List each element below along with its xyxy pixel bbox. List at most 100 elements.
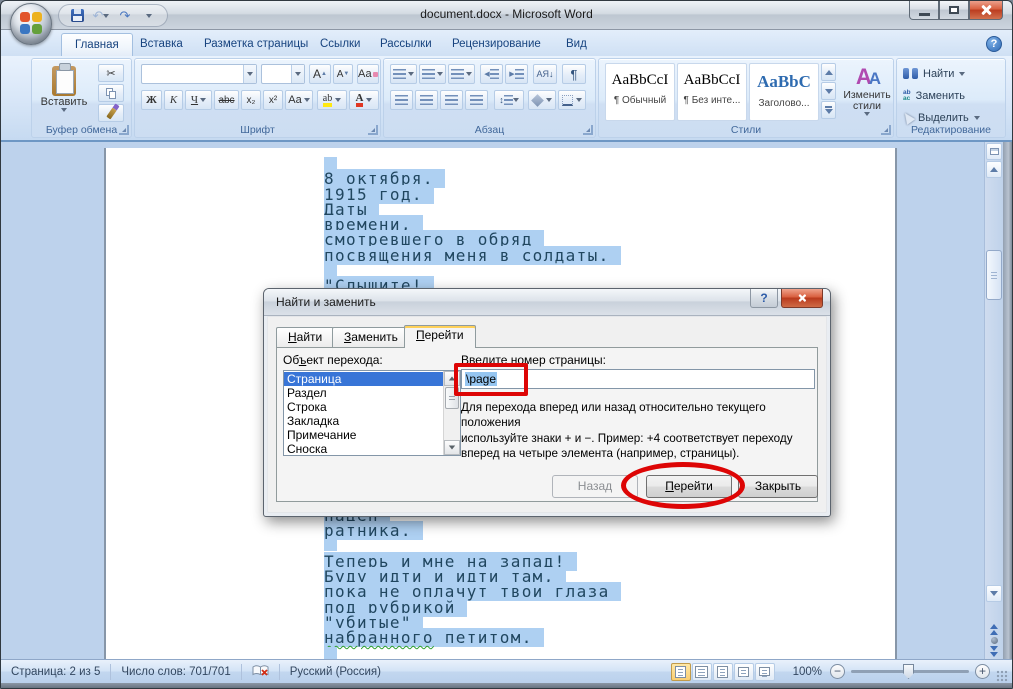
scrollbar-thumb[interactable]	[986, 250, 1002, 300]
style-card-2[interactable]: AaBbCcI¶ Без инте...	[677, 63, 747, 121]
zoom-level[interactable]: 100%	[793, 666, 822, 678]
styles-dialog-launcher[interactable]	[881, 125, 891, 135]
cut-button[interactable]: ✂	[98, 64, 124, 82]
bullets-button[interactable]	[390, 64, 417, 84]
font-size-combobox[interactable]	[261, 64, 305, 84]
zoom-slider[interactable]	[851, 670, 969, 673]
goto-object-item[interactable]: Сноска	[284, 442, 443, 456]
zoom-in-button[interactable]: +	[975, 664, 990, 679]
clear-formatting-button[interactable]: Аа	[357, 64, 379, 84]
draft-view-button[interactable]	[755, 663, 775, 681]
ribbon-tab-7[interactable]: Вид	[553, 33, 600, 56]
undo-button[interactable]: ↶	[91, 7, 111, 25]
restore-button[interactable]	[939, 1, 969, 20]
ribbon-tab-2[interactable]: Вставка	[127, 33, 196, 56]
goto-object-listbox[interactable]: СтраницаРазделСтрокаЗакладкаПримечаниеСн…	[283, 370, 461, 456]
find-button[interactable]: Найти	[903, 64, 965, 83]
paste-button[interactable]: Вставить	[37, 63, 91, 125]
gallery-down-button[interactable]	[821, 82, 836, 100]
ribbon-tab-5[interactable]: Рассылки	[367, 33, 445, 56]
font-dialog-launcher[interactable]	[368, 125, 378, 135]
dialog-help-button[interactable]: ?	[750, 289, 778, 308]
help-button[interactable]: ?	[986, 36, 1002, 52]
office-button[interactable]	[10, 3, 52, 45]
style-card-1[interactable]: AaBbCcI¶ Обычный	[605, 63, 675, 121]
goto-object-item[interactable]: Строка	[284, 400, 443, 414]
bold-button[interactable]: Ж	[141, 90, 162, 110]
goto-object-item[interactable]: Закладка	[284, 414, 443, 428]
goto-button[interactable]: Перейти	[646, 475, 732, 498]
copy-button[interactable]	[98, 84, 124, 102]
list-scroll-up-button[interactable]	[444, 371, 460, 386]
list-scroll-down-button[interactable]	[444, 440, 460, 455]
resize-grip[interactable]	[996, 670, 1009, 683]
zoom-out-button[interactable]: −	[830, 664, 845, 679]
dialog-tab-2[interactable]: Заменить	[332, 327, 410, 347]
increase-indent-button[interactable]: ▶	[505, 64, 528, 84]
ruler-toggle-button[interactable]	[986, 143, 1002, 160]
dialog-close-button[interactable]	[781, 289, 823, 308]
status-word-count[interactable]: Число слов: 701/701	[111, 664, 241, 680]
full-screen-reading-button[interactable]	[692, 663, 712, 681]
grow-font-button[interactable]: А▲	[309, 64, 331, 84]
web-layout-button[interactable]	[713, 663, 733, 681]
sort-button[interactable]: АЯ↓	[533, 64, 557, 84]
qat-customize-button[interactable]	[139, 7, 159, 25]
next-page-button[interactable]	[990, 646, 998, 657]
align-right-button[interactable]	[440, 90, 463, 110]
format-painter-button[interactable]	[98, 104, 124, 122]
shrink-font-button[interactable]: А▼	[333, 64, 353, 84]
minimize-button[interactable]	[909, 1, 939, 20]
spellcheck-indicator[interactable]	[242, 664, 280, 680]
multilevel-list-button[interactable]	[448, 64, 475, 84]
outline-view-button[interactable]	[734, 663, 754, 681]
align-center-button[interactable]	[415, 90, 438, 110]
back-button[interactable]: Назад	[552, 475, 638, 498]
decrease-indent-button[interactable]: ◀	[480, 64, 503, 84]
paragraph-dialog-launcher[interactable]	[583, 125, 593, 135]
superscript-button[interactable]: x²	[263, 90, 283, 110]
vertical-scrollbar[interactable]	[984, 142, 1003, 659]
borders-button[interactable]	[558, 90, 586, 110]
list-scrollbar-thumb[interactable]	[445, 387, 459, 409]
justify-button[interactable]	[465, 90, 488, 110]
select-browse-object-button[interactable]	[991, 637, 998, 644]
listbox-scrollbar[interactable]	[443, 371, 460, 455]
highlight-button[interactable]: ab	[317, 90, 347, 110]
ribbon-tab-6[interactable]: Рецензирование	[439, 33, 554, 56]
zoom-slider-thumb[interactable]	[903, 664, 914, 679]
ribbon-tab-3[interactable]: Разметка страницы	[191, 33, 321, 56]
gallery-up-button[interactable]	[821, 63, 836, 81]
numbering-button[interactable]	[419, 64, 446, 84]
save-button[interactable]	[67, 7, 87, 25]
status-language[interactable]: Русский (Россия)	[280, 664, 391, 680]
subscript-button[interactable]: x₂	[241, 90, 261, 110]
close-dialog-button[interactable]: Закрыть	[738, 475, 818, 498]
font-color-button[interactable]: А	[349, 90, 379, 110]
dialog-tab-1[interactable]: Найти	[276, 327, 334, 347]
gallery-more-button[interactable]	[821, 101, 836, 119]
close-button[interactable]	[969, 1, 1003, 20]
redo-button[interactable]: ↷	[115, 7, 135, 25]
goto-object-item[interactable]: Раздел	[284, 386, 443, 400]
change-styles-button[interactable]: AA Изменить стили	[841, 63, 893, 125]
italic-button[interactable]: К	[164, 90, 183, 110]
line-spacing-button[interactable]: ↕	[494, 90, 524, 110]
dialog-tab-3[interactable]: Перейти	[404, 325, 476, 348]
style-card-3[interactable]: AaBbCЗаголово...	[749, 63, 819, 121]
clipboard-dialog-launcher[interactable]	[119, 125, 129, 135]
scroll-up-button[interactable]	[986, 161, 1002, 178]
page-number-input[interactable]: \page	[461, 369, 815, 389]
goto-object-item[interactable]: Примечание	[284, 428, 443, 442]
strikethrough-button[interactable]: abc	[214, 90, 239, 110]
ribbon-tab-4[interactable]: Ссылки	[307, 33, 374, 56]
align-left-button[interactable]	[390, 90, 413, 110]
previous-page-button[interactable]	[990, 624, 998, 635]
show-formatting-marks-button[interactable]: ¶	[562, 64, 586, 84]
replace-button[interactable]: abac Заменить	[903, 86, 965, 105]
change-case-button[interactable]: Aa	[285, 90, 313, 110]
goto-object-item[interactable]: Страница	[284, 372, 443, 386]
shading-button[interactable]	[528, 90, 556, 110]
ribbon-tab-1[interactable]: Главная	[61, 33, 133, 56]
dialog-title-bar[interactable]: Найти и заменить ?	[264, 289, 830, 316]
